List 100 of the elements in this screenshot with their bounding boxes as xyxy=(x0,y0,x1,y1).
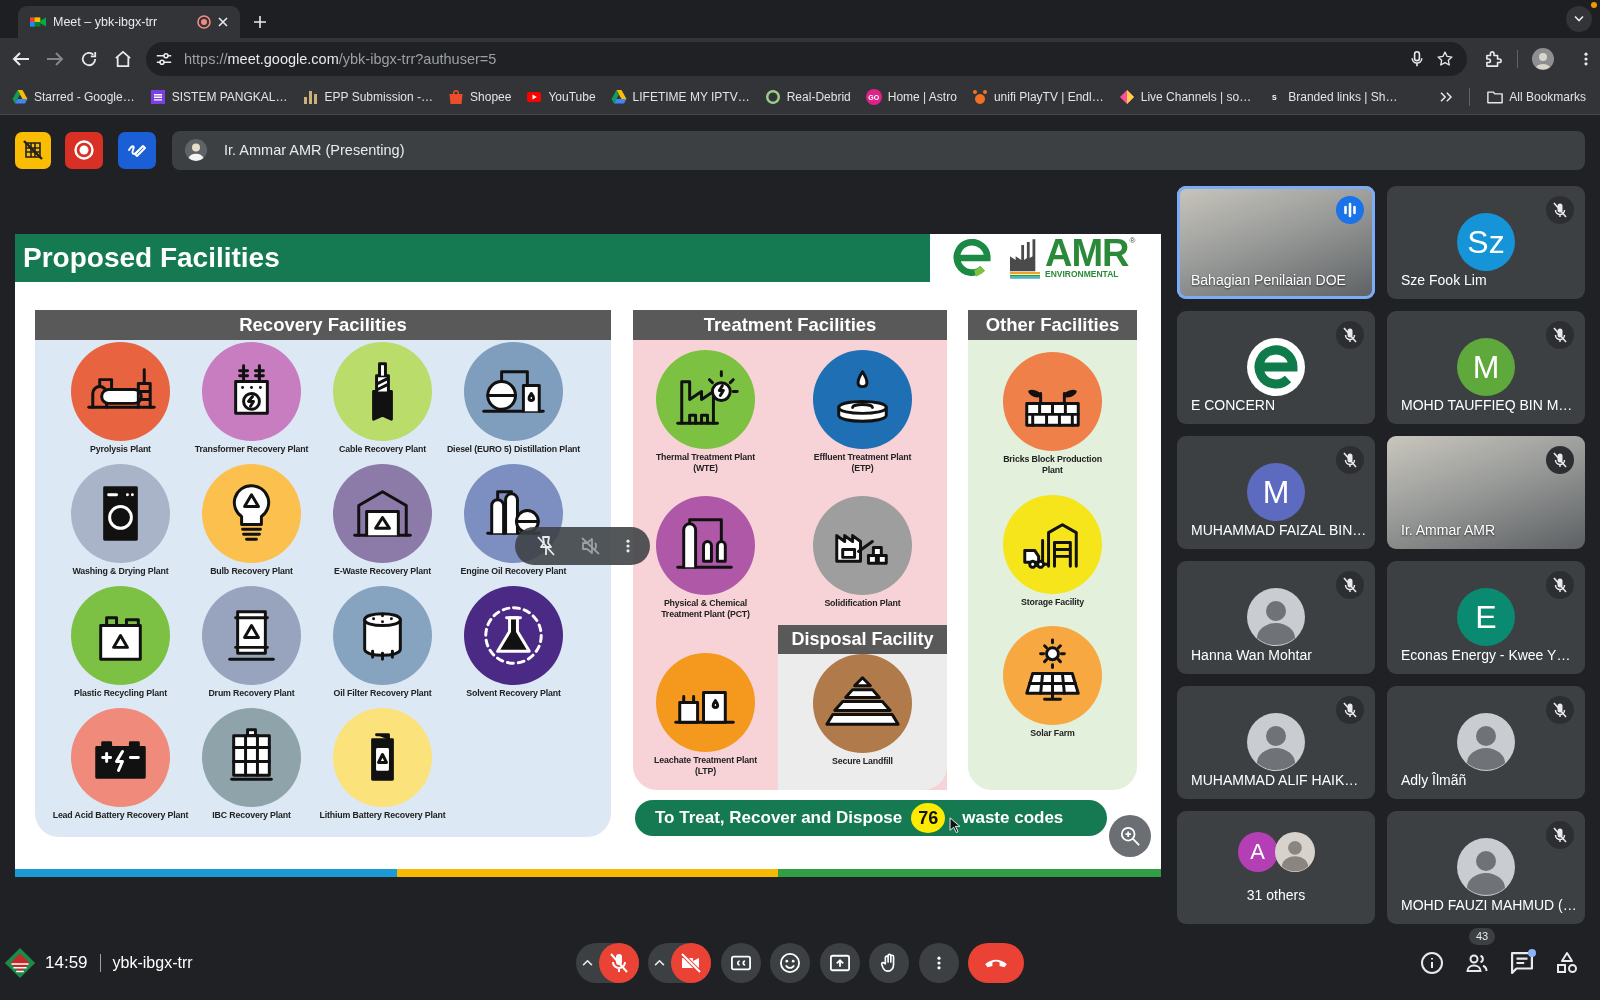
bookmark[interactable]: EPP Submission -… xyxy=(302,89,434,105)
more-icon[interactable] xyxy=(1584,51,1588,67)
avatar-initials: A xyxy=(1237,832,1278,872)
crossed-grid-button[interactable] xyxy=(15,131,51,169)
bookmark[interactable]: SISTEM PANGKAL… xyxy=(149,89,288,105)
record-button[interactable] xyxy=(65,131,103,169)
video-tile[interactable]: Bahagian Penilaian DOE xyxy=(1177,186,1375,299)
site-settings-icon[interactable] xyxy=(156,51,172,67)
smiley-icon xyxy=(780,952,801,973)
bookmark[interactable]: Starred - Google… xyxy=(12,89,135,105)
facility-label: Storage Facility xyxy=(1020,596,1085,609)
facility-label: Bricks Block Production Plant xyxy=(1002,454,1103,477)
participant-tile[interactable]: M MUHAMMAD FAIZAL BIN… xyxy=(1177,436,1375,549)
crossed-grid-icon xyxy=(23,140,43,160)
participant-name: Sze Fook Lim xyxy=(1401,272,1487,289)
washing-machine-icon xyxy=(71,464,170,563)
facility-label: Lead Acid Battery Recovery Plant xyxy=(52,810,189,822)
bookmark[interactable]: LIFETIME MY IPTV… xyxy=(610,89,750,105)
caret-up-icon[interactable] xyxy=(654,959,666,966)
participant-tile[interactable]: Hanna Wan Mohtar xyxy=(1177,561,1375,674)
mic-off-icon xyxy=(1336,446,1364,474)
microphone-button[interactable] xyxy=(598,942,639,983)
facility-label: Engine Oil Recovery Plant xyxy=(460,566,567,578)
person-avatar-icon xyxy=(1247,713,1305,771)
participant-name: E CONCERN xyxy=(1191,397,1275,414)
end-call-button[interactable] xyxy=(968,942,1025,983)
facility-label: Washing & Drying Plant xyxy=(72,566,169,578)
light-bulb-icon xyxy=(202,464,301,563)
facility-label: Thermal Treatment Plant (WTE) xyxy=(654,452,757,475)
clock-time: 14:59 xyxy=(45,952,88,973)
chat-icon[interactable] xyxy=(1511,951,1533,974)
zoom-button[interactable] xyxy=(1109,815,1151,857)
star-icon[interactable] xyxy=(1437,51,1453,67)
facility-label: Leachate Treatment Plant (LTP) xyxy=(653,755,758,778)
facility-label: Effluent Treatment Plant (ETP) xyxy=(812,452,913,475)
speaker-muted-icon[interactable] xyxy=(580,536,601,556)
water-tank-drop-icon xyxy=(813,350,912,449)
process-tanks-icon xyxy=(656,496,755,595)
meeting-code: ybk-ibgx-trr xyxy=(112,953,193,972)
bookmark[interactable]: Shopee xyxy=(448,89,512,105)
participant-name: Adly Îlmãñ xyxy=(1401,772,1467,789)
participant-name: MOHD TAUFFIEQ BIN M… xyxy=(1401,397,1573,414)
mic-off-icon xyxy=(1546,571,1574,599)
unpin-icon[interactable] xyxy=(535,536,556,556)
browser-tab[interactable]: Meet – ybk-ibgx-trr xyxy=(18,6,240,38)
phone-hangup-icon xyxy=(984,957,1009,968)
double-chevron-icon[interactable] xyxy=(1440,92,1453,102)
facility-label: Solidification Plant xyxy=(824,598,901,610)
participant-name: Econas Energy - Kwee Y… xyxy=(1401,647,1571,664)
home-icon[interactable] xyxy=(114,51,132,67)
bookmark[interactable]: Real-Debrid xyxy=(764,89,851,105)
facility-label: Cable Recovery Plant xyxy=(339,444,426,456)
caret-up-icon[interactable] xyxy=(581,959,593,966)
participant-tile[interactable]: A 31 others xyxy=(1177,811,1375,924)
triangle-logo-icon xyxy=(610,89,627,105)
pen-button[interactable] xyxy=(118,131,156,169)
facility-label: Physical & Chemical Treatment Plant (PCT) xyxy=(660,598,751,621)
panel-header: Treatment Facilities xyxy=(633,310,947,340)
chevron-down-icon xyxy=(1574,14,1584,24)
camera-button[interactable] xyxy=(671,942,712,983)
person-avatar-icon xyxy=(1457,838,1515,896)
mic-off-icon xyxy=(1546,321,1574,349)
profile-avatar-icon[interactable] xyxy=(1532,48,1554,70)
mic-off-icon xyxy=(1546,821,1574,849)
activities-shapes-icon[interactable] xyxy=(1556,951,1578,974)
mic-off-icon xyxy=(1546,196,1574,224)
participant-count: 43 xyxy=(1469,927,1495,945)
refinery-icon xyxy=(464,342,563,441)
reload-icon[interactable] xyxy=(80,51,98,67)
bookmark[interactable]: Live Channels | so… xyxy=(1118,89,1252,105)
back-arrow-icon[interactable] xyxy=(12,51,30,67)
person-avatar-icon xyxy=(185,139,207,161)
bookmark[interactable]: unifi PlayTV | Endl… xyxy=(971,89,1104,105)
layered-pyramid-icon xyxy=(813,654,912,753)
more-icon[interactable] xyxy=(625,538,630,554)
warehouse-icon xyxy=(333,464,432,563)
camera-off-icon xyxy=(681,952,702,973)
facility-label: Solvent Recovery Plant xyxy=(466,688,561,700)
participant-tile[interactable]: MOHD FAUZI MAHMUD (… xyxy=(1387,811,1585,924)
participant-tile[interactable]: E CONCERN xyxy=(1177,311,1375,424)
participant-tile[interactable]: E Econas Energy - Kwee Y… xyxy=(1387,561,1585,674)
info-icon[interactable] xyxy=(1421,951,1443,974)
participant-tile[interactable]: Adly Îlmãñ xyxy=(1387,686,1585,799)
participant-tile[interactable]: Sz Sze Fook Lim xyxy=(1387,186,1585,299)
tab-search-button[interactable] xyxy=(1566,6,1592,32)
close-icon[interactable] xyxy=(218,17,228,27)
audio-level-icon xyxy=(1336,196,1364,224)
panel-header: Recovery Facilities xyxy=(35,310,611,340)
puzzle-piece-icon[interactable] xyxy=(1485,51,1503,67)
mic-off-icon xyxy=(1336,696,1364,724)
participant-tile[interactable]: M MOHD TAUFFIEQ BIN M… xyxy=(1387,311,1585,424)
facility-label: Plastic Recycling Plant xyxy=(74,688,167,700)
plus-icon[interactable] xyxy=(254,16,266,28)
app-logo-icon xyxy=(3,945,37,980)
participant-tile[interactable]: MUHAMMAD ALIF HAIK… xyxy=(1177,686,1375,799)
microphone-icon[interactable] xyxy=(1409,51,1425,67)
address-bar[interactable]: https://meet.google.com/ybk-ibgx-trr?authuser=5 xyxy=(146,42,1467,76)
bookmark-folder[interactable]: All Bookmarks xyxy=(1487,89,1586,105)
bookmark[interactable]: YouTube xyxy=(526,89,596,105)
participant-name: Ir. Ammar AMR xyxy=(1401,522,1496,539)
